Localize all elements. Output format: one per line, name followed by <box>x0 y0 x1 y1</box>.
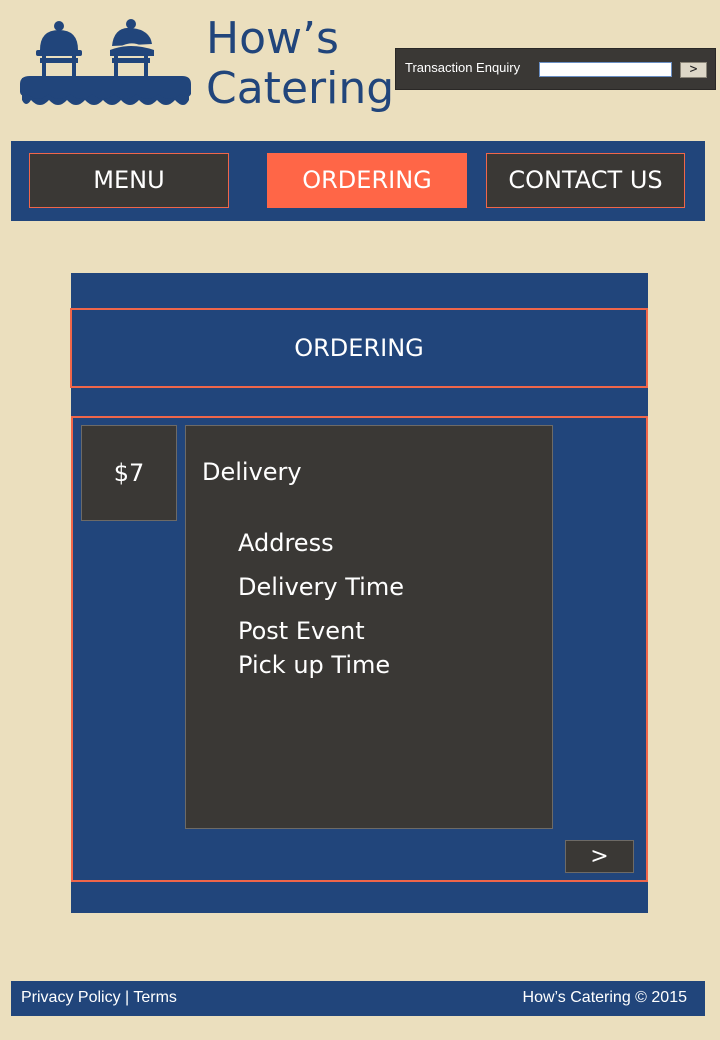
footer: Privacy Policy | Terms How’s Catering © … <box>11 981 705 1016</box>
nav-ordering-button[interactable]: ORDERING <box>267 153 467 208</box>
delivery-field-list: Address Delivery Time Post Event Pick up… <box>238 526 404 692</box>
delivery-details-box: Delivery Address Delivery Time Post Even… <box>185 425 553 829</box>
delivery-field-delivery-time[interactable]: Delivery Time <box>238 570 404 604</box>
transaction-enquiry-label: Transaction Enquiry <box>405 60 521 75</box>
section-title: ORDERING <box>70 308 648 388</box>
privacy-policy-link[interactable]: Privacy Policy <box>21 989 121 1006</box>
main-nav: MENU ORDERING CONTACT US <box>11 141 705 221</box>
catering-logo <box>20 19 191 105</box>
delivery-field-address[interactable]: Address <box>238 526 404 560</box>
next-button[interactable]: > <box>565 840 634 873</box>
transaction-enquiry-bar: Transaction Enquiry > <box>395 48 716 90</box>
price-box: $7 <box>81 425 177 521</box>
brand-line-2: Catering <box>206 63 395 114</box>
copyright-text: How’s Catering © 2015 <box>522 989 687 1006</box>
footer-links: Privacy Policy | Terms <box>21 981 177 1015</box>
brand-line-1: How’s <box>206 13 339 64</box>
nav-contact-us-button[interactable]: CONTACT US <box>486 153 685 208</box>
transaction-enquiry-submit-button[interactable]: > <box>680 62 707 78</box>
footer-separator: | <box>120 989 134 1006</box>
transaction-enquiry-input[interactable] <box>539 62 672 77</box>
nav-menu-button[interactable]: MENU <box>29 153 229 208</box>
terms-link[interactable]: Terms <box>133 989 177 1006</box>
brand-name: How’s Catering <box>206 14 394 114</box>
delivery-heading: Delivery <box>202 458 302 486</box>
delivery-field-pickup-time[interactable]: Post Event Pick up Time <box>238 614 404 682</box>
